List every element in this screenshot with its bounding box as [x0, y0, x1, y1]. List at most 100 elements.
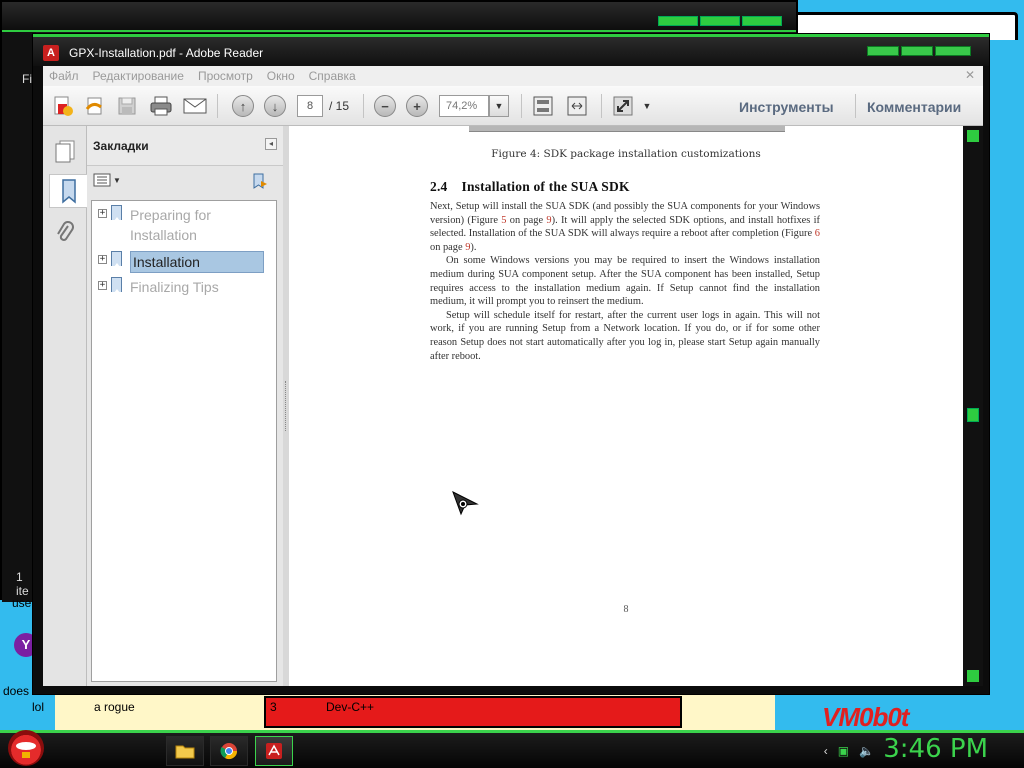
bookmark-label[interactable]: Finalizing Tips	[130, 277, 264, 297]
page-thumbnails-button[interactable]	[49, 134, 81, 168]
email-button[interactable]	[181, 93, 209, 119]
window-titlebar[interactable]: A GPX-Installation.pdf - Adobe Reader	[33, 34, 989, 66]
bookmark-label-selected[interactable]: Installation	[130, 251, 264, 273]
page-number-input[interactable]: 8	[297, 95, 323, 117]
scroll-thumb[interactable]	[967, 408, 979, 422]
arrow-down-icon: ↓	[264, 95, 286, 117]
bookmarks-tab-button[interactable]	[49, 174, 87, 208]
menu-view[interactable]: Просмотр	[198, 69, 253, 83]
toolbar-separator	[855, 94, 856, 118]
bookmark-item-finalizing[interactable]: + Finalizing Tips	[98, 277, 264, 297]
vmobot-watermark: VM0b0t	[822, 702, 909, 732]
desktop-text-devcpp: Dev-C++	[326, 700, 375, 714]
tools-pane-button[interactable]: Инструменты	[739, 99, 834, 115]
section-number: 2.4	[430, 179, 448, 194]
fit-width-button[interactable]	[563, 93, 591, 119]
volume-icon[interactable]: 🔈	[859, 744, 874, 758]
window-controls	[867, 46, 971, 56]
next-page-button[interactable]: ↓	[261, 93, 289, 119]
zoom-input[interactable]: 74,2%	[439, 95, 489, 117]
attachments-button[interactable]	[49, 216, 81, 250]
vertical-scrollbar[interactable]	[963, 126, 983, 686]
window-title: GPX-Installation.pdf - Adobe Reader	[69, 46, 264, 60]
toolbar-separator	[217, 94, 218, 118]
background-window-controls[interactable]	[658, 16, 782, 26]
adobe-reader-icon	[266, 743, 282, 759]
combine-files-button[interactable]	[81, 93, 109, 119]
mouse-cursor-icon	[452, 490, 479, 516]
minus-icon: −	[374, 95, 396, 117]
expand-bookmark-button[interactable]	[251, 172, 269, 193]
section-heading: 2.4 Installation of the SUA SDK	[430, 179, 630, 195]
minimize-button[interactable]	[867, 46, 899, 56]
paragraph-3: Setup will schedule itself for restart, …	[430, 309, 820, 362]
toolbar-more-icon[interactable]: ▼	[639, 93, 655, 119]
save-button[interactable]	[113, 93, 141, 119]
previous-page-button[interactable]: ↑	[229, 93, 257, 119]
fullscreen-button[interactable]	[609, 93, 637, 119]
comments-pane-button[interactable]: Комментарии	[867, 99, 961, 115]
menu-window[interactable]: Окно	[267, 69, 295, 83]
close-button[interactable]	[935, 46, 971, 56]
show-hidden-icons-icon[interactable]: ‹	[824, 744, 828, 758]
menu-edit[interactable]: Редактирование	[93, 69, 184, 83]
expand-icon[interactable]: +	[98, 209, 107, 218]
create-pdf-button[interactable]	[49, 93, 77, 119]
zoom-dropdown-button[interactable]: ▼	[489, 95, 509, 117]
folder-icon	[175, 745, 195, 759]
menu-file[interactable]: Файл	[49, 69, 79, 83]
scroll-down-icon[interactable]	[967, 670, 979, 682]
chrome-icon	[220, 743, 238, 760]
pdf-app-icon: A	[43, 45, 59, 61]
desktop-text-rogue: a rogue	[94, 700, 135, 714]
desktop-text-lol: lol	[32, 700, 45, 714]
splitter-grip[interactable]	[285, 381, 287, 431]
combine-files-icon	[85, 97, 102, 115]
bookmarks-panel: Закладки ◂ ▼ + Preparing for Installatio…	[87, 126, 283, 686]
bookmark-icon	[61, 179, 76, 204]
desktop-text-use: use	[12, 596, 32, 610]
desktop-text-number: 3	[270, 700, 277, 714]
bookmarks-toolbar: ▼	[87, 167, 283, 197]
figure-caption: Figure 4: SDK package installation custo…	[491, 148, 761, 160]
main-toolbar: ↑ ↓ 8 / 15 − + 74,2% ▼ ▼ Инструменты Ком…	[43, 86, 983, 126]
menu-help[interactable]: Справка	[309, 69, 356, 83]
expand-icon[interactable]: +	[98, 255, 107, 264]
create-pdf-icon	[54, 96, 73, 116]
taskbar-adobe-reader-button[interactable]	[255, 736, 293, 766]
paragraph-1: Next, Setup will install the SUA SDK (an…	[430, 201, 820, 253]
fit-page-icon	[533, 96, 553, 116]
chevron-down-icon: ▼	[113, 175, 121, 185]
envelope-icon	[183, 98, 207, 114]
document-body: Next, Setup will install the SUA SDK (an…	[430, 200, 820, 363]
zoom-out-button[interactable]: −	[371, 93, 399, 119]
action-center-icon[interactable]: ▣	[838, 744, 849, 758]
collapse-panel-icon[interactable]: ◂	[265, 138, 277, 150]
print-button[interactable]	[147, 93, 175, 119]
background-window-sidebar: Fi 1 ite	[2, 32, 36, 602]
zoom-in-button[interactable]: +	[403, 93, 431, 119]
scroll-up-icon[interactable]	[967, 130, 979, 142]
expand-icon[interactable]: +	[98, 281, 107, 290]
bookmark-icon	[111, 205, 122, 221]
bookmark-options-button[interactable]: ▼	[93, 173, 121, 187]
page-footer-number: 8	[623, 604, 629, 615]
bookmark-item-preparing[interactable]: + Preparing for Installation	[98, 205, 264, 245]
bookmark-label[interactable]: Preparing for Installation	[130, 205, 264, 245]
document-view[interactable]: Figure 4: SDK package installation custo…	[289, 126, 963, 686]
taskbar-clock[interactable]: 3:46 PM	[883, 734, 988, 764]
bookmarks-header: Закладки ◂	[87, 126, 283, 166]
fit-width-icon	[567, 96, 587, 116]
maximize-button[interactable]	[901, 46, 933, 56]
bookmarks-tree: + Preparing for Installation + Installat…	[91, 200, 277, 682]
expand-icon	[613, 96, 633, 116]
figure-link[interactable]: 6	[815, 228, 820, 239]
menu-close-icon[interactable]: ✕	[965, 68, 975, 82]
taskbar-explorer-button[interactable]	[166, 736, 204, 766]
toolbar-separator	[601, 94, 602, 118]
figure-bottom-edge	[469, 126, 785, 132]
start-button-angry-bird-icon[interactable]	[8, 730, 44, 766]
bookmark-item-installation[interactable]: + Installation	[98, 251, 264, 273]
fit-page-button[interactable]	[529, 93, 557, 119]
taskbar-chrome-button[interactable]	[210, 736, 248, 766]
